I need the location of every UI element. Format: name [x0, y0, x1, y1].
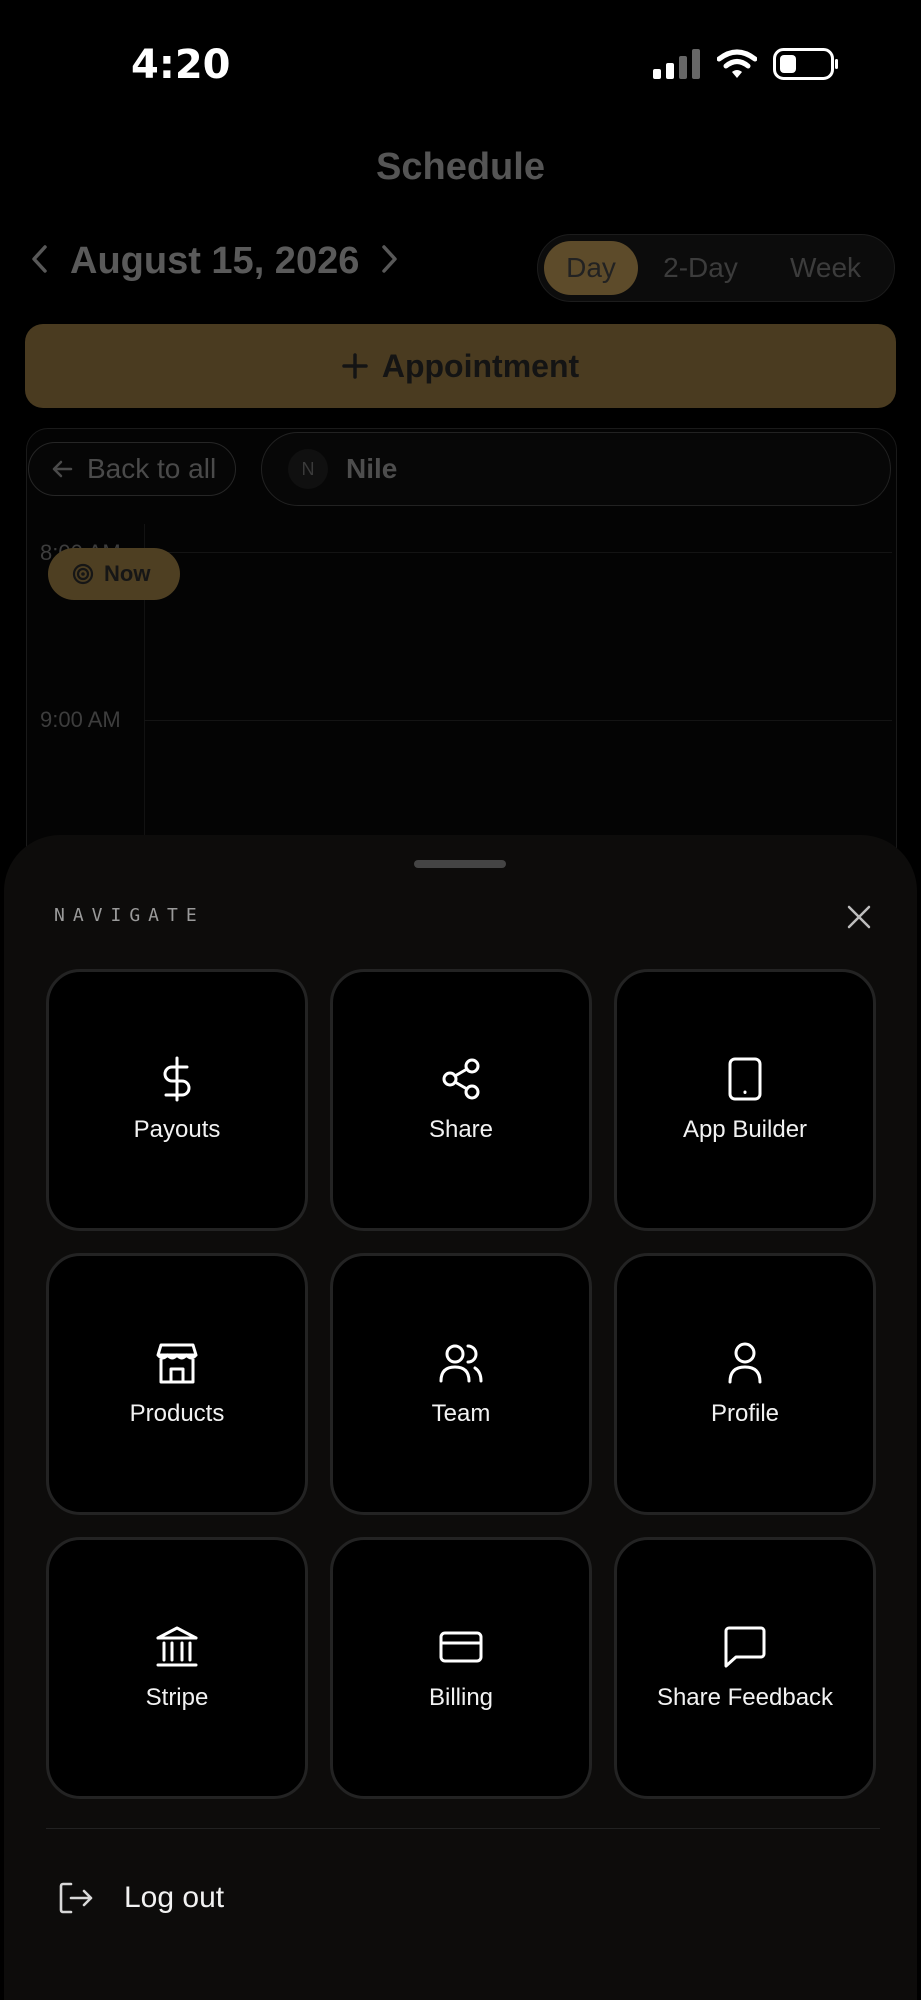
- status-icons: [653, 48, 839, 80]
- arrow-left-icon: [52, 460, 73, 478]
- back-to-all-label: Back to all: [87, 453, 217, 484]
- hour-line: [144, 552, 892, 553]
- now-label: Now: [104, 561, 151, 586]
- nav-tile-app-builder[interactable]: App Builder: [614, 969, 876, 1231]
- view-week-tab[interactable]: Week: [763, 241, 888, 295]
- wifi-icon: [717, 49, 757, 78]
- now-button[interactable]: Now: [48, 548, 180, 600]
- bank-icon: [154, 1624, 200, 1670]
- sheet-heading: NAVIGATE: [54, 905, 205, 926]
- staff-filter-chip[interactable]: N Nile: [261, 432, 891, 506]
- nav-tile-team[interactable]: Team: [330, 1253, 592, 1515]
- credit-card-icon: [438, 1624, 484, 1670]
- hour-line: [144, 720, 892, 721]
- signal-icon: [653, 49, 700, 79]
- users-icon: [438, 1340, 484, 1386]
- nav-tile-stripe[interactable]: Stripe: [46, 1537, 308, 1799]
- store-icon: [154, 1340, 200, 1386]
- add-appointment-button[interactable]: Appointment: [25, 324, 896, 408]
- next-day-button[interactable]: [381, 244, 399, 280]
- nav-tile-label: Profile: [710, 1400, 780, 1427]
- avatar: N: [288, 449, 328, 489]
- battery-icon: [773, 48, 838, 80]
- view-2-day-tab[interactable]: 2-Day: [638, 241, 763, 295]
- prev-day-button[interactable]: [30, 244, 48, 280]
- nav-tile-billing[interactable]: Billing: [330, 1537, 592, 1799]
- chevron-left-icon: [32, 244, 47, 273]
- staff-name: Nile: [346, 453, 398, 484]
- status-time: 4:20: [131, 42, 231, 88]
- nav-tile-products[interactable]: Products: [46, 1253, 308, 1515]
- navigation-grid: Payouts Share App Builder Products Team …: [46, 969, 880, 1799]
- nav-tile-share-feedback[interactable]: Share Feedback: [614, 1537, 876, 1799]
- close-icon: [847, 905, 871, 929]
- nav-tile-label: Share Feedback: [656, 1684, 834, 1711]
- plus-icon: [342, 353, 368, 379]
- nav-tile-label: Team: [431, 1400, 491, 1427]
- add-appointment-label: Appointment: [381, 347, 580, 384]
- message-icon: [722, 1624, 768, 1670]
- nav-tile-profile[interactable]: Profile: [614, 1253, 876, 1515]
- view-day-tab[interactable]: Day: [544, 241, 638, 295]
- user-icon: [722, 1340, 768, 1386]
- target-icon: [72, 563, 94, 585]
- back-to-all-button[interactable]: Back to all: [28, 442, 236, 496]
- divider: [46, 1828, 880, 1829]
- date-navigator: August 15, 2026: [30, 240, 399, 283]
- current-date[interactable]: August 15, 2026: [70, 240, 359, 283]
- nav-tile-label: Billing: [428, 1684, 494, 1711]
- share-icon: [438, 1056, 484, 1102]
- nav-tile-label: Stripe: [145, 1684, 209, 1711]
- sheet-drag-handle[interactable]: [414, 860, 506, 868]
- chevron-right-icon: [382, 244, 398, 273]
- nav-tile-label: Share: [428, 1116, 494, 1143]
- close-button[interactable]: [839, 897, 879, 937]
- logout-icon: [59, 1882, 93, 1914]
- time-label-9am: 9:00 AM: [40, 707, 121, 732]
- nav-tile-share[interactable]: Share: [330, 969, 592, 1231]
- view-toggle: Day 2-Day Week: [537, 234, 895, 302]
- navigation-sheet: NAVIGATE Payouts Share App Builder Produ…: [4, 835, 917, 2000]
- tablet-icon: [722, 1056, 768, 1102]
- nav-tile-payouts[interactable]: Payouts: [46, 969, 308, 1231]
- page-title: Schedule: [376, 146, 545, 188]
- nav-tile-label: Payouts: [133, 1116, 221, 1143]
- nav-tile-label: App Builder: [682, 1116, 808, 1143]
- dollar-icon: [154, 1056, 200, 1102]
- nav-tile-label: Products: [129, 1400, 225, 1427]
- logout-button[interactable]: Log out: [58, 1881, 224, 1915]
- logout-label: Log out: [124, 1881, 225, 1914]
